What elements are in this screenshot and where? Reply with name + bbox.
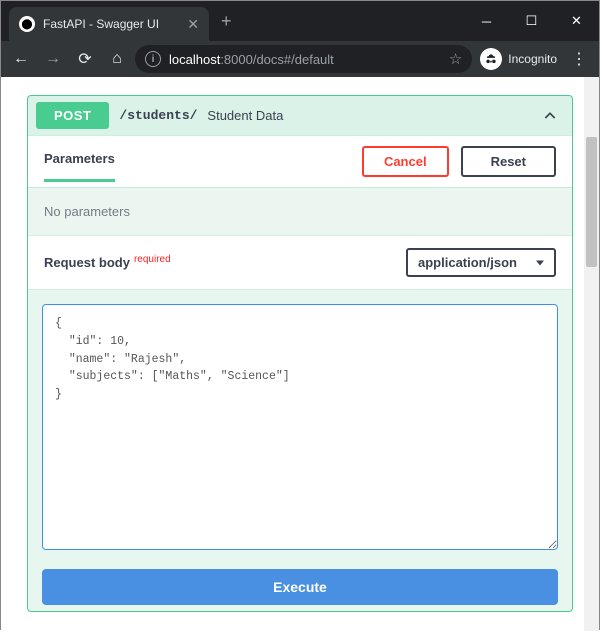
browser-tab[interactable]: ⬤ FastAPI - Swagger UI ✕ [9, 7, 209, 41]
close-icon[interactable]: ✕ [187, 16, 199, 33]
reset-button[interactable]: Reset [461, 146, 556, 177]
operation-path: /students/ [119, 108, 197, 123]
request-body-label: Request bodyrequired [44, 254, 171, 272]
operation-summary[interactable]: POST /students/ Student Data [28, 96, 572, 135]
address-bar[interactable]: i localhost:8000/docs#/default ☆ [135, 45, 472, 73]
content-type-value: application/json [418, 255, 517, 270]
new-tab-button[interactable]: + [221, 11, 232, 32]
site-info-icon[interactable]: i [145, 51, 161, 67]
content-type-select[interactable]: application/json [406, 248, 556, 277]
scrollbar-track[interactable] [584, 77, 599, 631]
window-close-button[interactable]: ✕ [554, 6, 599, 36]
browser-titlebar: ⬤ FastAPI - Swagger UI ✕ + ─ ☐ ✕ [1, 1, 599, 41]
incognito-badge: Incognito [480, 48, 557, 70]
request-body-editor[interactable] [42, 304, 558, 550]
no-parameters-message: No parameters [28, 187, 572, 235]
browser-toolbar: ← → ⟳ ⌂ i localhost:8000/docs#/default ☆… [1, 41, 599, 77]
url-text: localhost:8000/docs#/default [169, 52, 334, 67]
execute-button[interactable]: Execute [42, 569, 558, 605]
nav-back-button[interactable]: ← [7, 45, 35, 73]
page-viewport: POST /students/ Student Data Parameters … [1, 77, 599, 631]
request-body-header: Request bodyrequired application/json [28, 235, 572, 290]
window-minimize-button[interactable]: ─ [464, 6, 509, 36]
nav-forward-button[interactable]: → [39, 45, 67, 73]
window-controls: ─ ☐ ✕ [464, 6, 599, 36]
parameters-header: Parameters Cancel Reset [28, 135, 572, 187]
window-maximize-button[interactable]: ☐ [509, 6, 554, 36]
scrollbar-thumb[interactable] [586, 137, 597, 267]
tab-title: FastAPI - Swagger UI [43, 17, 179, 31]
operation-description: Student Data [207, 108, 283, 123]
chevron-up-icon[interactable] [542, 108, 558, 124]
incognito-label: Incognito [508, 52, 557, 66]
bookmark-star-icon[interactable]: ☆ [449, 50, 462, 68]
http-method-badge: POST [36, 102, 109, 129]
browser-menu-button[interactable]: ⋮ [565, 49, 593, 69]
tab-favicon: ⬤ [19, 16, 35, 32]
incognito-icon [480, 48, 502, 70]
nav-home-button[interactable]: ⌂ [103, 45, 131, 73]
operation-block: POST /students/ Student Data Parameters … [27, 95, 573, 612]
parameters-label: Parameters [44, 151, 115, 172]
nav-reload-button[interactable]: ⟳ [71, 45, 99, 73]
cancel-button[interactable]: Cancel [362, 146, 449, 177]
